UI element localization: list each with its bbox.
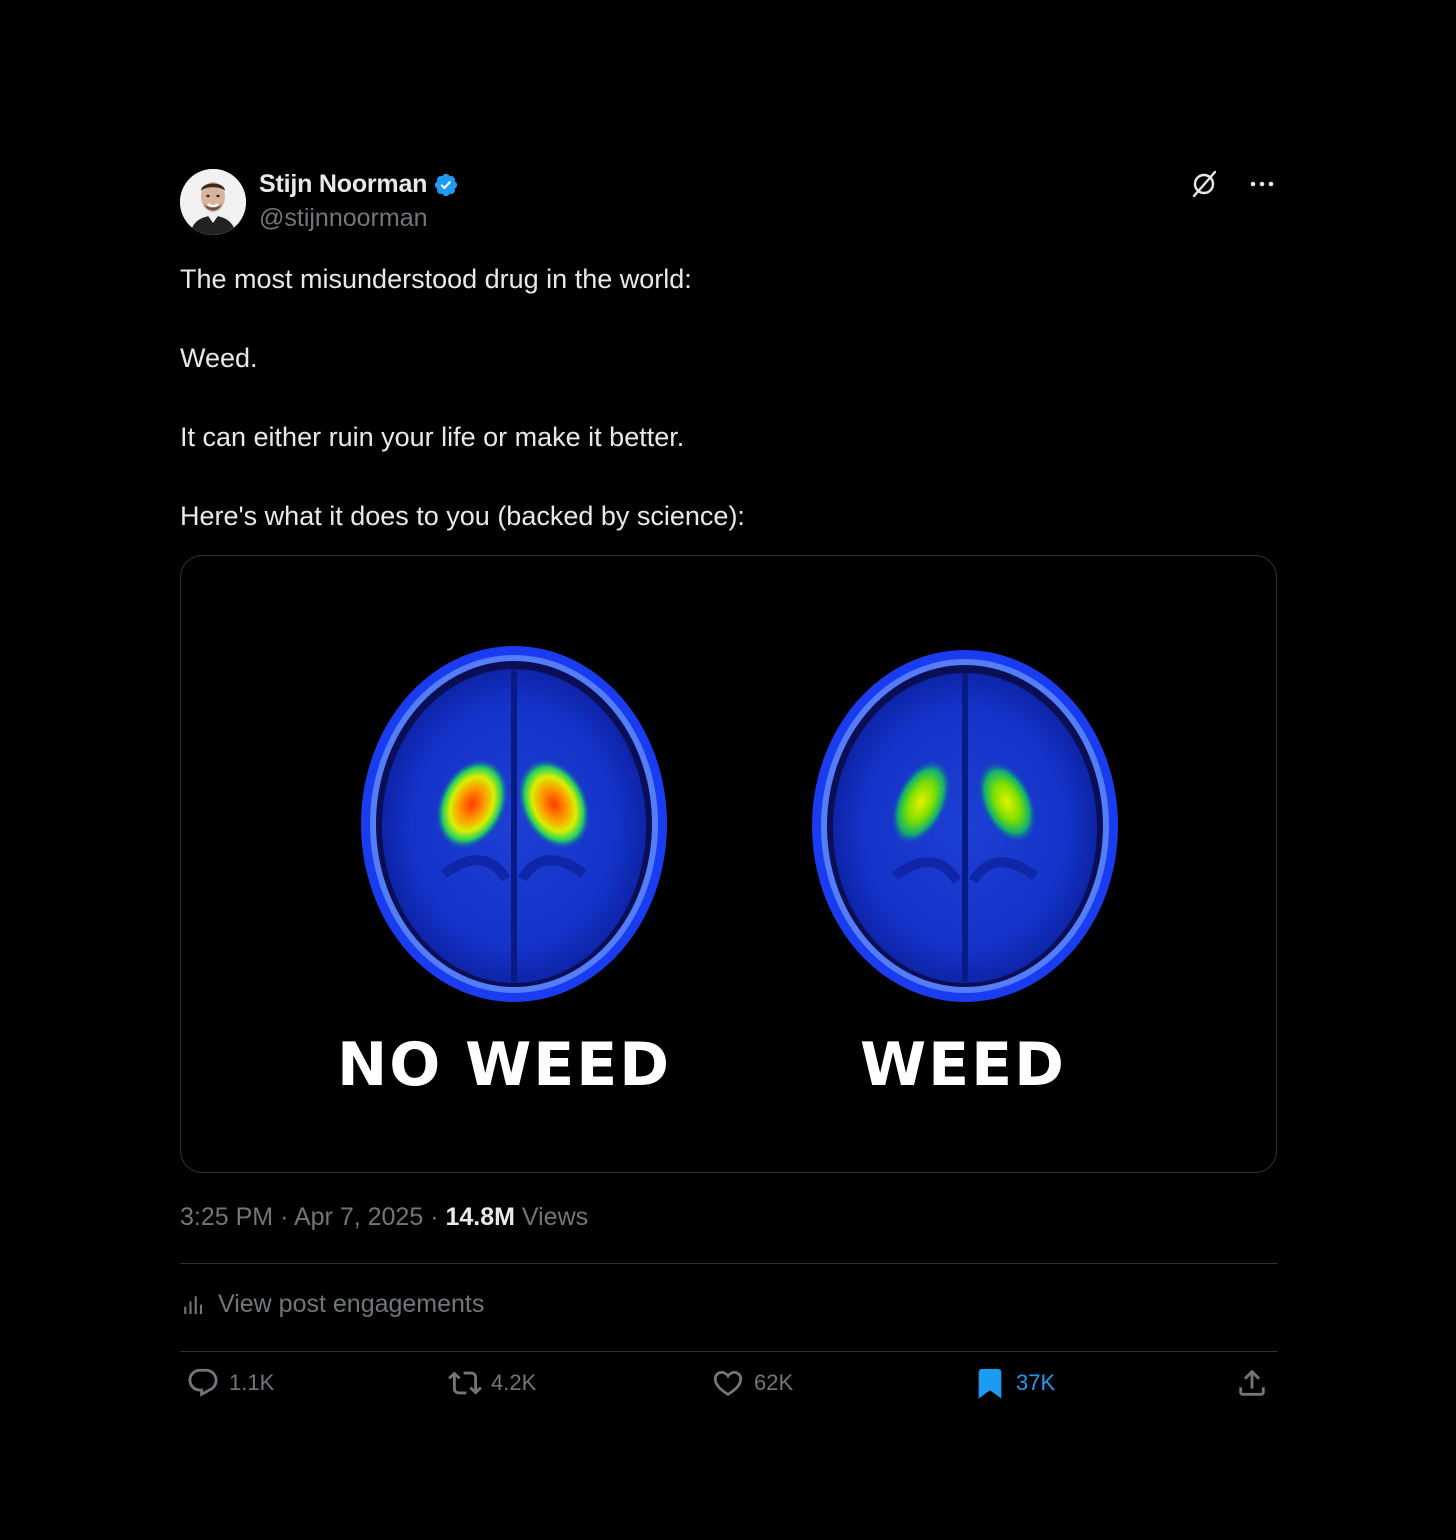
tweet-text: The most misunderstood drug in the world… xyxy=(180,260,1277,537)
share-icon xyxy=(1239,1369,1265,1396)
chart-icon xyxy=(184,1295,203,1314)
separator-dot: · xyxy=(430,1203,446,1231)
action-bar: 1.1K 4.2K 62K 37K xyxy=(180,1366,1277,1416)
post-date[interactable]: Apr 7, 2025 xyxy=(294,1203,423,1231)
like-count: 62K xyxy=(754,1370,794,1395)
tweet-paragraph: It can either ruin your life or make it … xyxy=(180,422,685,452)
top-actions xyxy=(1189,168,1277,198)
verified-badge-icon xyxy=(435,173,458,196)
author-name-row: Stijn Noorman xyxy=(259,170,459,199)
divider xyxy=(180,1263,1277,1264)
bookmark-button[interactable]: 37K xyxy=(973,1366,1055,1400)
reply-button[interactable]: 1.1K xyxy=(186,1366,274,1400)
label-weed: WEED xyxy=(860,1030,1066,1100)
grok-icon[interactable] xyxy=(1189,168,1219,198)
bookmark-count: 37K xyxy=(1016,1370,1056,1395)
more-icon[interactable] xyxy=(1247,168,1277,198)
author-handle[interactable]: @stijnnoorman xyxy=(259,204,428,233)
reply-count: 1.1K xyxy=(229,1370,275,1395)
share-button[interactable] xyxy=(1235,1366,1278,1400)
tweet-image[interactable]: NO WEED WEED xyxy=(180,555,1277,1173)
post-time[interactable]: 3:25 PM xyxy=(180,1203,273,1231)
separator-dot: · xyxy=(280,1203,294,1231)
tweet-header: Stijn Noorman @stijnnoorman xyxy=(180,168,1277,235)
view-engagements-label: View post engagements xyxy=(218,1290,485,1318)
brain-scan-weed xyxy=(812,650,1118,1002)
tweet-meta: 3:25 PM · Apr 7, 2025 · 14.8M Views xyxy=(180,1203,588,1232)
reply-icon xyxy=(188,1368,218,1397)
repost-icon xyxy=(448,1371,482,1395)
repost-button[interactable]: 4.2K xyxy=(448,1366,536,1400)
divider xyxy=(180,1351,1277,1352)
like-button[interactable]: 62K xyxy=(711,1366,793,1400)
view-engagements-link[interactable]: View post engagements xyxy=(180,1290,484,1319)
views-count: 14.8M xyxy=(445,1203,515,1231)
label-no-weed: NO WEED xyxy=(337,1030,672,1100)
tweet-paragraph: Weed. xyxy=(180,343,258,373)
avatar[interactable] xyxy=(180,169,246,235)
bookmark-icon xyxy=(978,1368,1002,1399)
brain-scan-no-weed xyxy=(361,646,667,1002)
repost-count: 4.2K xyxy=(491,1370,537,1395)
views-label: Views xyxy=(521,1203,589,1231)
tweet: Stijn Noorman @stijnnoorman The most mis… xyxy=(180,168,1277,1399)
avatar-photo xyxy=(180,169,246,235)
tweet-paragraph: Here's what it does to you (backed by sc… xyxy=(180,501,745,531)
like-icon xyxy=(713,1370,743,1396)
tweet-paragraph: The most misunderstood drug in the world… xyxy=(180,264,692,294)
author-name[interactable]: Stijn Noorman xyxy=(259,170,427,199)
